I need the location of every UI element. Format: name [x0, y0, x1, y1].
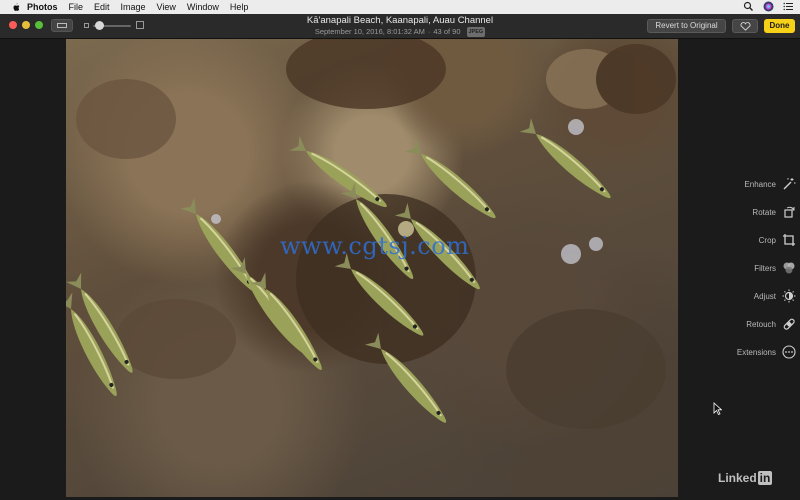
- done-button[interactable]: Done: [764, 19, 795, 33]
- tool-adjust[interactable]: Adjust: [700, 288, 796, 304]
- photo-position: 43 of 90: [433, 27, 461, 36]
- zoom-out-icon: [84, 23, 89, 28]
- favorite-button[interactable]: [732, 19, 758, 33]
- photo-image: [66, 39, 676, 429]
- fullscreen-button[interactable]: [35, 21, 43, 29]
- revert-to-original-button[interactable]: Revert to Original: [647, 19, 726, 33]
- toolbar: Kā'anapali Beach, Kaanapali, Auau Channe…: [0, 14, 800, 39]
- linkedin-logo: Linked in: [718, 471, 773, 485]
- separator: ·: [427, 27, 431, 36]
- close-button[interactable]: [9, 21, 17, 29]
- photo-subtitle: September 10, 2016, 8:01:32 AM · 43 of 9…: [250, 27, 550, 37]
- tool-label: Filters: [754, 263, 776, 273]
- tool-label: Extensions: [736, 347, 776, 357]
- menu-view[interactable]: View: [157, 2, 176, 12]
- menu-image[interactable]: Image: [121, 2, 146, 12]
- siri-icon[interactable]: [763, 1, 774, 12]
- photo-date: September 10, 2016, 8:01:32 AM: [314, 27, 425, 36]
- tool-label: Rotate: [752, 207, 776, 217]
- menu-help[interactable]: Help: [230, 2, 249, 12]
- app-menu[interactable]: Photos: [27, 2, 58, 12]
- photo-canvas[interactable]: www.cgtsj.com: [66, 39, 678, 497]
- search-icon[interactable]: [743, 1, 754, 12]
- photo-info: Kā'anapali Beach, Kaanapali, Auau Channe…: [250, 15, 550, 37]
- split-view-button[interactable]: [51, 19, 73, 32]
- heart-icon: [740, 22, 750, 31]
- rotate-icon: [784, 206, 795, 218]
- photo-title: Kā'anapali Beach, Kaanapali, Auau Channe…: [306, 15, 494, 26]
- tool-label: Retouch: [746, 319, 776, 329]
- zoom-slider-thumb[interactable]: [94, 21, 104, 30]
- tool-filters[interactable]: Filters: [700, 260, 796, 276]
- bandage-icon: [783, 318, 795, 330]
- tool-enhance[interactable]: Enhance: [700, 176, 796, 192]
- status-icons: [743, 1, 794, 12]
- tool-label: Crop: [758, 235, 776, 245]
- menu-edit[interactable]: Edit: [94, 2, 110, 12]
- menu-bar: Photos File Edit Image View Window Help: [0, 0, 800, 14]
- apple-icon[interactable]: [11, 2, 21, 12]
- tool-rotate[interactable]: Rotate: [700, 204, 796, 220]
- more-icon: [782, 345, 796, 359]
- watermark-text: www.cgtsj.com: [280, 232, 470, 260]
- logo-badge: in: [757, 471, 773, 485]
- format-badge: JPEG: [466, 27, 486, 37]
- list-icon[interactable]: [783, 1, 794, 12]
- tool-label: Enhance: [744, 179, 776, 189]
- minimize-button[interactable]: [22, 21, 30, 29]
- tool-crop[interactable]: Crop: [700, 232, 796, 248]
- zoom-in-icon: [136, 21, 144, 29]
- tool-extensions[interactable]: Extensions: [700, 344, 796, 360]
- tool-label: Adjust: [753, 291, 776, 301]
- crop-icon: [783, 234, 795, 246]
- magic-wand-icon: [783, 178, 796, 190]
- menu-window[interactable]: Window: [187, 2, 219, 12]
- tool-retouch[interactable]: Retouch: [700, 316, 796, 332]
- menu-file[interactable]: File: [69, 2, 84, 12]
- filters-icon: [783, 262, 795, 274]
- adjust-icon: [782, 289, 796, 303]
- mouse-pointer-icon: [713, 402, 722, 415]
- logo-text: Linked: [718, 471, 757, 485]
